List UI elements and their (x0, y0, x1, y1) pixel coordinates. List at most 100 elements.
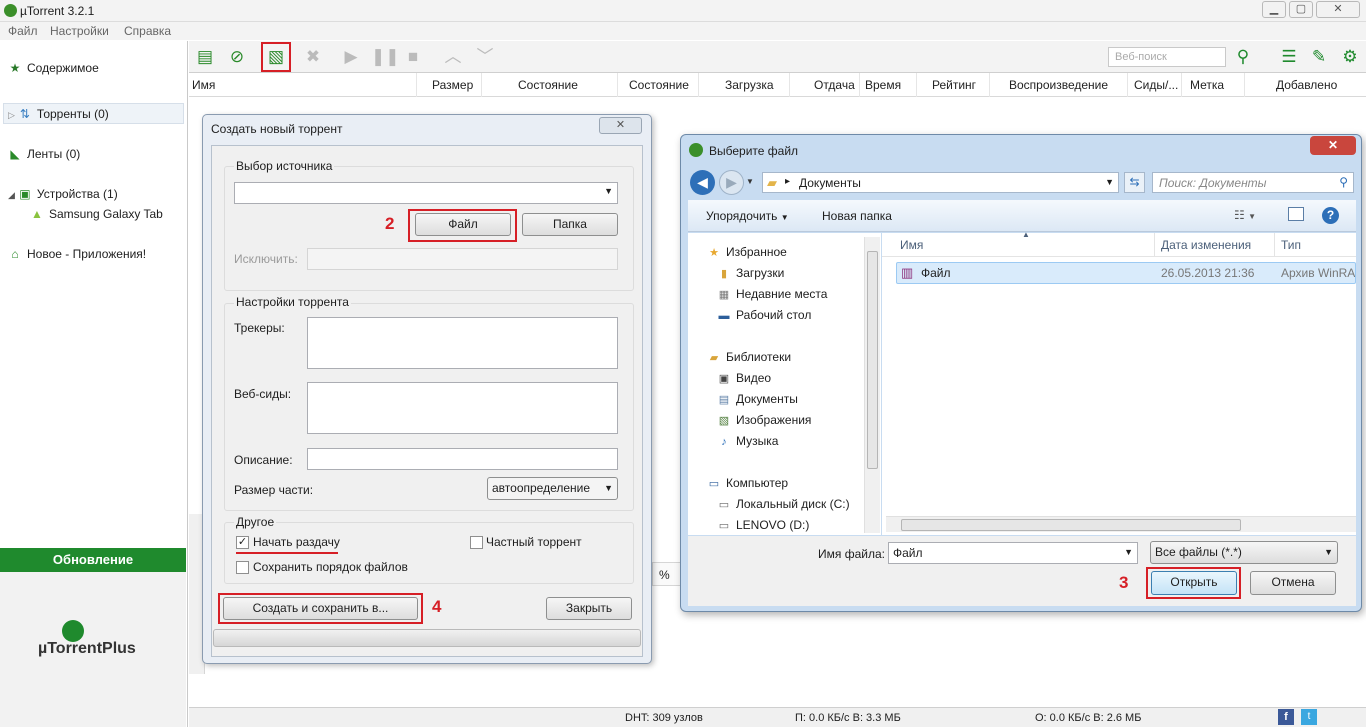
col-time[interactable]: Время (865, 78, 901, 92)
facebook-icon[interactable]: f (1278, 709, 1294, 725)
preserve-order-checkbox[interactable] (236, 561, 249, 574)
minimize-button[interactable]: ▁ (1262, 1, 1286, 18)
nav-music[interactable]: ♪ Музыка (716, 434, 778, 448)
col-name[interactable]: Имя (192, 78, 215, 92)
start-seeding-checkbox[interactable]: ✓ (236, 536, 249, 549)
nav-scrollbar[interactable] (864, 237, 880, 533)
nav-favorites[interactable]: ★ Избранное (706, 245, 787, 259)
col-state[interactable]: Состояние (629, 78, 689, 92)
col-download[interactable]: Загрузка (725, 78, 774, 92)
devices-icon: ▣ (19, 187, 31, 201)
private-torrent-checkbox[interactable] (470, 536, 483, 549)
nav-downloads[interactable]: ▮ Загрузки (716, 266, 784, 280)
col-rating[interactable]: Рейтинг (932, 78, 976, 92)
twitter-icon[interactable]: t (1301, 709, 1317, 725)
web-search-input[interactable]: Веб-поиск (1108, 47, 1226, 67)
col-size[interactable]: Размер (432, 78, 473, 92)
menu-help[interactable]: Справка (124, 24, 171, 38)
create-torrent-icon[interactable]: ▧ (266, 47, 286, 67)
file-list-scrollbar[interactable] (886, 516, 1356, 532)
nav-local-disk[interactable]: ▭ Локальный диск (C:) (716, 497, 850, 511)
address-bar[interactable]: ▰ ▸ Документы ▼ (762, 172, 1119, 193)
download-status: П: 0.0 КБ/с В: 3.3 МБ (795, 712, 901, 724)
create-dialog-close-button[interactable]: ✕ (599, 117, 642, 134)
col-status[interactable]: Состояние (518, 78, 578, 92)
search-documents-input[interactable]: Поиск: Документы ⚲ (1152, 172, 1354, 193)
sidebar-item-device[interactable]: ▲ Samsung Galaxy Tab (30, 207, 163, 221)
move-down-icon[interactable]: ﹀ (475, 47, 495, 67)
description-field[interactable] (307, 448, 618, 470)
remove-icon[interactable]: ✖ (303, 47, 323, 67)
sidebar-item-devices[interactable]: ◢ ▣ Устройства (1) (8, 187, 118, 201)
close-dialog-button[interactable]: Закрыть (546, 597, 632, 620)
folder-icon: ▰ (767, 175, 777, 190)
search-icon[interactable]: ⚲ (1233, 47, 1253, 67)
col-label[interactable]: Метка (1190, 78, 1224, 92)
nav-recent[interactable]: ▦ Недавние места (716, 287, 828, 301)
update-button[interactable]: Обновление (0, 548, 186, 572)
cancel-button[interactable]: Отмена (1250, 571, 1336, 595)
open-button[interactable]: Открыть (1151, 571, 1237, 595)
back-icon[interactable]: ◀ (690, 170, 715, 195)
address-dropdown-icon[interactable]: ▼ (1105, 177, 1114, 187)
col-filename[interactable]: Имя (900, 238, 923, 252)
star-icon: ★ (709, 247, 719, 259)
col-playback[interactable]: Воспроизведение (1009, 78, 1108, 92)
new-folder-button[interactable]: Новая папка (822, 209, 892, 223)
history-dropdown-icon[interactable]: ▼ (746, 177, 754, 186)
nav-desktop[interactable]: ▬ Рабочий стол (716, 308, 812, 322)
create-and-save-button[interactable]: Создать и сохранить в... (223, 597, 418, 620)
refresh-icon[interactable]: ⇆ (1124, 172, 1145, 193)
menu-settings[interactable]: Настройки (50, 24, 109, 38)
col-seeds[interactable]: Сиды/... (1134, 78, 1178, 92)
nav-video[interactable]: ▣ Видео (716, 371, 771, 385)
forward-icon[interactable]: ▶ (719, 170, 744, 195)
sidebar-item-content[interactable]: ★ Содержимое (8, 61, 99, 75)
view-options-icon[interactable]: ☷ ▼ (1234, 208, 1256, 222)
col-type[interactable]: Тип (1281, 238, 1301, 252)
nav-images[interactable]: ▧ Изображения (716, 413, 812, 427)
organize-button[interactable]: Упорядочить ▼ (706, 209, 789, 223)
col-upload[interactable]: Отдача (814, 78, 855, 92)
move-up-icon[interactable]: ︿ (443, 47, 463, 67)
nav-computer[interactable]: ▭ Компьютер (706, 476, 788, 490)
marker-3: 3 (1119, 573, 1129, 592)
start-icon[interactable]: ▶ (341, 47, 361, 67)
filename-input[interactable]: Файл ▼ (888, 542, 1138, 564)
stop-icon[interactable]: ■ (403, 47, 423, 67)
nav-libraries[interactable]: ▰ Библиотеки (706, 350, 791, 364)
piece-size-select[interactable]: автоопределение ▼ (487, 477, 618, 500)
folder-button[interactable]: Папка (522, 213, 618, 236)
remote-icon[interactable]: ✎ (1309, 47, 1329, 67)
source-group-label: Выбор источника (234, 159, 335, 173)
webseeds-field[interactable] (307, 382, 618, 434)
create-dialog-body: Выбор источника ▼ Файл Папка 2 Исключить… (211, 145, 643, 657)
sidebar-item-apps[interactable]: ⌂ Новое - Приложения! (8, 247, 146, 261)
col-added[interactable]: Добавлено (1276, 78, 1337, 92)
file-button[interactable]: Файл (415, 213, 511, 236)
nav-lenovo[interactable]: ▭ LENOVO (D:) (716, 518, 810, 532)
pause-icon[interactable]: ❚❚ (371, 47, 400, 67)
file-type-filter[interactable]: Все файлы (*.*) ▼ (1150, 541, 1338, 564)
nav-documents[interactable]: ▤ Документы (716, 392, 798, 406)
add-url-icon[interactable]: ⊘ (227, 47, 247, 67)
create-torrent-dialog: Создать новый торрент ✕ Выбор источника … (202, 114, 652, 664)
utorrent-plus-banner[interactable]: µTorrentPlus (0, 572, 186, 727)
sidebar-item-torrents[interactable]: ▷ ⇅ Торренты (0) (8, 107, 109, 121)
sidebar-item-feeds[interactable]: ◣ Ленты (0) (8, 147, 80, 161)
source-path-select[interactable]: ▼ (234, 182, 618, 204)
menu-file[interactable]: Файл (8, 24, 38, 38)
col-date-modified[interactable]: Дата изменения (1161, 238, 1251, 252)
file-dialog-close-button[interactable]: ✕ (1310, 136, 1356, 155)
preview-pane-icon[interactable] (1288, 207, 1304, 221)
settings-gear-icon[interactable]: ⚙ (1340, 47, 1360, 67)
add-torrent-icon[interactable]: ▤ (195, 47, 215, 67)
help-icon[interactable]: ? (1322, 207, 1339, 224)
file-row[interactable]: ▥ Файл 26.05.2013 21:36 Архив WinRAR (896, 262, 1356, 284)
trackers-field[interactable] (307, 317, 618, 369)
maximize-button[interactable]: ▢ (1289, 1, 1313, 18)
list-view-icon[interactable]: ☰ (1279, 47, 1299, 67)
file-row-type: Архив WinRAR (1281, 266, 1355, 280)
close-button[interactable]: ✕ (1316, 1, 1360, 18)
marker-2: 2 (385, 214, 395, 233)
